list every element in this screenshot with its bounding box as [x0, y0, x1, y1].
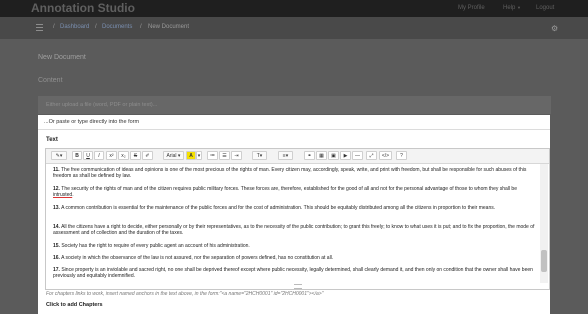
magic-wand-icon: ✎▾ [55, 153, 63, 159]
paragraph: 15. Society has the right to require of … [53, 243, 538, 249]
paragraph-number: 17. [53, 267, 60, 273]
image-button[interactable]: ▣ [328, 151, 339, 160]
paragraph: 16. A society in which the observance of… [53, 255, 538, 261]
upload-file-field[interactable]: Either upload a file (word, PDF or plain… [38, 96, 551, 114]
horizontal-rule-icon: ― [355, 153, 360, 159]
paragraph-text: A society in which the observance of the… [61, 255, 334, 261]
paragraph-text: Society has the right to require of ever… [61, 243, 250, 249]
misspelled-word: intrusted [53, 192, 73, 199]
paragraph: 14. All the citizens have a right to dec… [53, 224, 538, 236]
app-brand[interactable]: Annotation Studio [31, 1, 135, 15]
divider [38, 129, 550, 130]
editor-toolbar: ✎▾ B U I x² x₂ S ✐ Arial ▾ A ▾ ≔ ☰ ⇥ T▾ … [46, 149, 549, 164]
breadcrumb-separator: / [95, 24, 97, 30]
paragraph-text-end: . [72, 192, 74, 199]
paragraph-number: 14. [53, 224, 60, 230]
paragraph: 11. The free communication of ideas and … [53, 167, 538, 179]
gear-icon[interactable]: ⚙ [551, 25, 558, 33]
chevron-down-icon: ▼ [517, 5, 521, 10]
text-size-dropdown[interactable]: T▾ [252, 151, 267, 160]
bold-button[interactable]: B [72, 151, 82, 160]
anchor-hint: For chapters links to work, insert named… [46, 291, 324, 297]
clear-format-button[interactable]: ✐ [142, 151, 153, 160]
table-icon: ▦ [319, 153, 324, 159]
paragraph: 17. Since property is an inviolable and … [53, 267, 538, 279]
table-button[interactable]: ▦ [316, 151, 327, 160]
breadcrumb-separator: / [53, 24, 55, 30]
link-button[interactable]: ⚭ [304, 151, 315, 160]
superscript-button[interactable]: x² [106, 151, 117, 160]
image-icon: ▣ [331, 153, 336, 159]
highlight-color-button[interactable]: A [186, 151, 196, 160]
align-icon: ≡▾ [282, 153, 289, 159]
text-field-label: Text [46, 137, 58, 143]
video-icon: ▶ [343, 153, 348, 159]
indent-button[interactable]: ⇥ [231, 151, 242, 160]
indent-icon: ⇥ [234, 153, 239, 159]
align-dropdown[interactable]: ≡▾ [278, 151, 293, 160]
color-dropdown-arrow[interactable]: ▾ [196, 151, 202, 160]
text-color-icon: A [189, 153, 193, 159]
scrollbar-thumb[interactable] [541, 250, 547, 272]
paragraph: 13. A common contribution is essential f… [53, 205, 538, 211]
upload-placeholder: Either upload a file (word, PDF or plain… [46, 102, 158, 108]
eraser-icon: ✐ [145, 153, 150, 159]
breadcrumb-current: New Document [148, 24, 190, 30]
tab-paste-text[interactable]: ...Or paste or type directly into the fo… [44, 119, 139, 125]
nav-link-logout[interactable]: Logout [536, 5, 554, 11]
breadcrumb-bar: / Dashboard / Documents / New Document [0, 17, 588, 39]
breadcrumb-separator: / [140, 24, 142, 30]
top-navbar: Annotation Studio My Profile Help ▼ Logo… [0, 0, 588, 17]
editor-scrollbar[interactable] [540, 164, 548, 283]
rich-text-editor[interactable]: ✎▾ B U I x² x₂ S ✐ Arial ▾ A ▾ ≔ ☰ ⇥ T▾ … [45, 148, 550, 290]
paragraph-number: 16. [53, 255, 60, 261]
paragraph-text: Since property is an inviolable and sacr… [53, 267, 533, 280]
paragraph-text: A common contribution is essential for t… [61, 205, 496, 211]
numbered-list-icon: ☰ [222, 153, 227, 159]
add-chapters-link[interactable]: Click to add Chapters [46, 302, 103, 308]
numbered-list-button[interactable]: ☰ [219, 151, 230, 160]
code-view-button[interactable]: </> [379, 151, 392, 160]
help-button[interactable]: ? [396, 151, 407, 160]
bullet-list-icon: ≔ [210, 153, 215, 159]
code-icon: </> [381, 153, 390, 159]
resize-handle[interactable] [294, 284, 302, 289]
paragraph-number: 11. [53, 167, 60, 173]
paragraph: 12. The security of the rights of man an… [53, 186, 538, 198]
paragraph-text: The security of the rights of man and of… [61, 186, 517, 192]
horizontal-rule-button[interactable]: ― [352, 151, 363, 160]
style-dropdown[interactable]: ✎▾ [51, 151, 67, 160]
nav-link-help[interactable]: Help ▼ [503, 5, 521, 11]
strikethrough-button[interactable]: S [130, 151, 141, 160]
paragraph-text: All the citizens have a right to decide,… [53, 224, 535, 237]
video-button[interactable]: ▶ [340, 151, 351, 160]
breadcrumb-documents[interactable]: Documents [102, 24, 132, 30]
breadcrumb-dashboard[interactable]: Dashboard [60, 24, 89, 30]
italic-button[interactable]: I [94, 151, 104, 160]
nav-link-profile[interactable]: My Profile [458, 5, 485, 11]
section-title: Content [38, 77, 63, 84]
nav-link-help-label: Help [503, 5, 516, 11]
paragraph-number: 13. [53, 205, 60, 211]
page-title: New Document [38, 54, 86, 61]
paragraph-number: 15. [53, 243, 60, 249]
help-icon: ? [400, 153, 403, 159]
paragraph-text: The free communication of ideas and opin… [53, 167, 527, 180]
paragraph-number: 12. [53, 186, 60, 192]
font-family-dropdown[interactable]: Arial ▾ [163, 151, 184, 160]
font-name: Arial [166, 153, 177, 159]
link-icon: ⚭ [307, 153, 312, 159]
fullscreen-button[interactable]: ⤢ [366, 151, 377, 160]
bullet-list-button[interactable]: ≔ [207, 151, 218, 160]
paste-panel: ...Or paste or type directly into the fo… [38, 115, 550, 314]
hamburger-menu-icon[interactable] [36, 24, 43, 31]
fullscreen-icon: ⤢ [369, 153, 374, 159]
subscript-button[interactable]: x₂ [118, 151, 129, 160]
editor-content[interactable]: 11. The free communication of ideas and … [46, 164, 539, 283]
underline-button[interactable]: U [83, 151, 93, 160]
